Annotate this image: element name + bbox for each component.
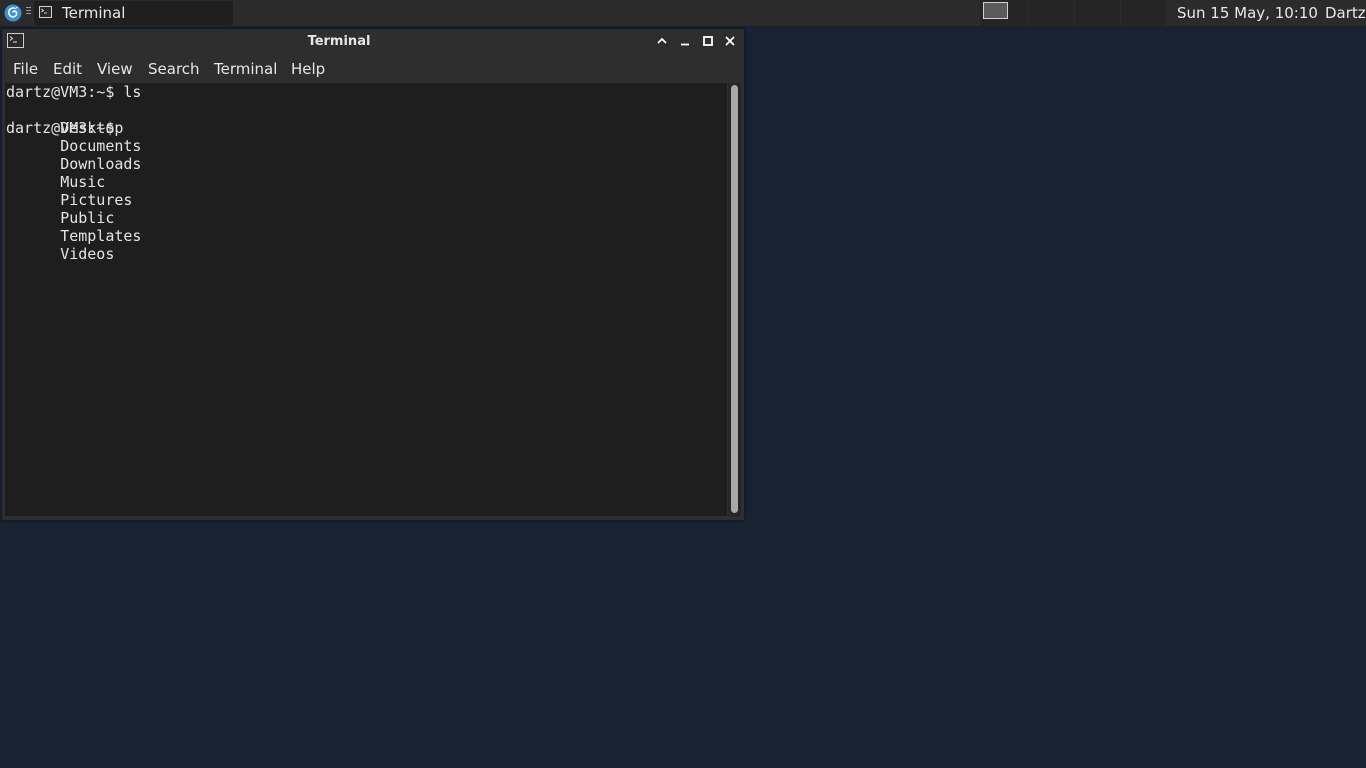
- top-panel: Terminal Sun 15 May, 10:10 Dartz: [0, 0, 1366, 26]
- terminal-line: dartz@VM3:~$ ls: [6, 83, 142, 101]
- menu-file[interactable]: File: [13, 60, 38, 78]
- listing-entry: Documents: [60, 137, 142, 155]
- maximize-icon[interactable]: [701, 34, 715, 48]
- menu-edit[interactable]: Edit: [53, 60, 82, 78]
- taskbar-button-terminal[interactable]: Terminal: [34, 1, 233, 25]
- terminal-icon: [39, 6, 52, 18]
- listing-entry: Music: [60, 173, 106, 191]
- terminal-window: Terminal File Edit View Search Terminal …: [2, 29, 744, 520]
- window-title: Terminal: [307, 34, 371, 49]
- menu-help[interactable]: Help: [291, 60, 325, 78]
- close-icon[interactable]: [723, 34, 737, 48]
- workspace-3[interactable]: [1075, 0, 1120, 26]
- menu-view[interactable]: View: [97, 60, 133, 78]
- listing-entry: Downloads: [60, 155, 142, 173]
- workspace-4[interactable]: [1121, 0, 1166, 26]
- workspace-1[interactable]: [980, 0, 1028, 26]
- clock[interactable]: Sun 15 May, 10:10: [1177, 4, 1318, 22]
- menu-bar: File Edit View Search Terminal Help: [2, 56, 744, 81]
- taskbar-button-label: Terminal: [62, 4, 126, 22]
- scrollbar[interactable]: [728, 83, 741, 516]
- menu-terminal[interactable]: Terminal: [214, 60, 277, 78]
- scrollbar-thumb[interactable]: [731, 85, 738, 513]
- menu-search[interactable]: Search: [148, 60, 200, 78]
- listing-entry: Templates: [60, 227, 142, 245]
- listing-entry: Videos: [60, 245, 115, 263]
- workspace-window-thumbnail: [983, 2, 1008, 19]
- terminal-output[interactable]: dartz@VM3:~$ ls Desktop Documents Downlo…: [5, 83, 727, 516]
- terminal-prompt: dartz@VM3:~$: [6, 119, 124, 137]
- listing-entry: Pictures: [60, 191, 133, 209]
- workspace-2[interactable]: [1029, 0, 1074, 26]
- drag-handle-icon[interactable]: [26, 7, 32, 19]
- user-name[interactable]: Dartz: [1325, 4, 1366, 22]
- listing-entry: Public: [60, 209, 115, 227]
- debian-swirl-icon[interactable]: [4, 4, 22, 22]
- minimize-icon[interactable]: [678, 34, 692, 48]
- title-bar[interactable]: Terminal: [2, 29, 744, 55]
- shade-icon[interactable]: [655, 34, 669, 48]
